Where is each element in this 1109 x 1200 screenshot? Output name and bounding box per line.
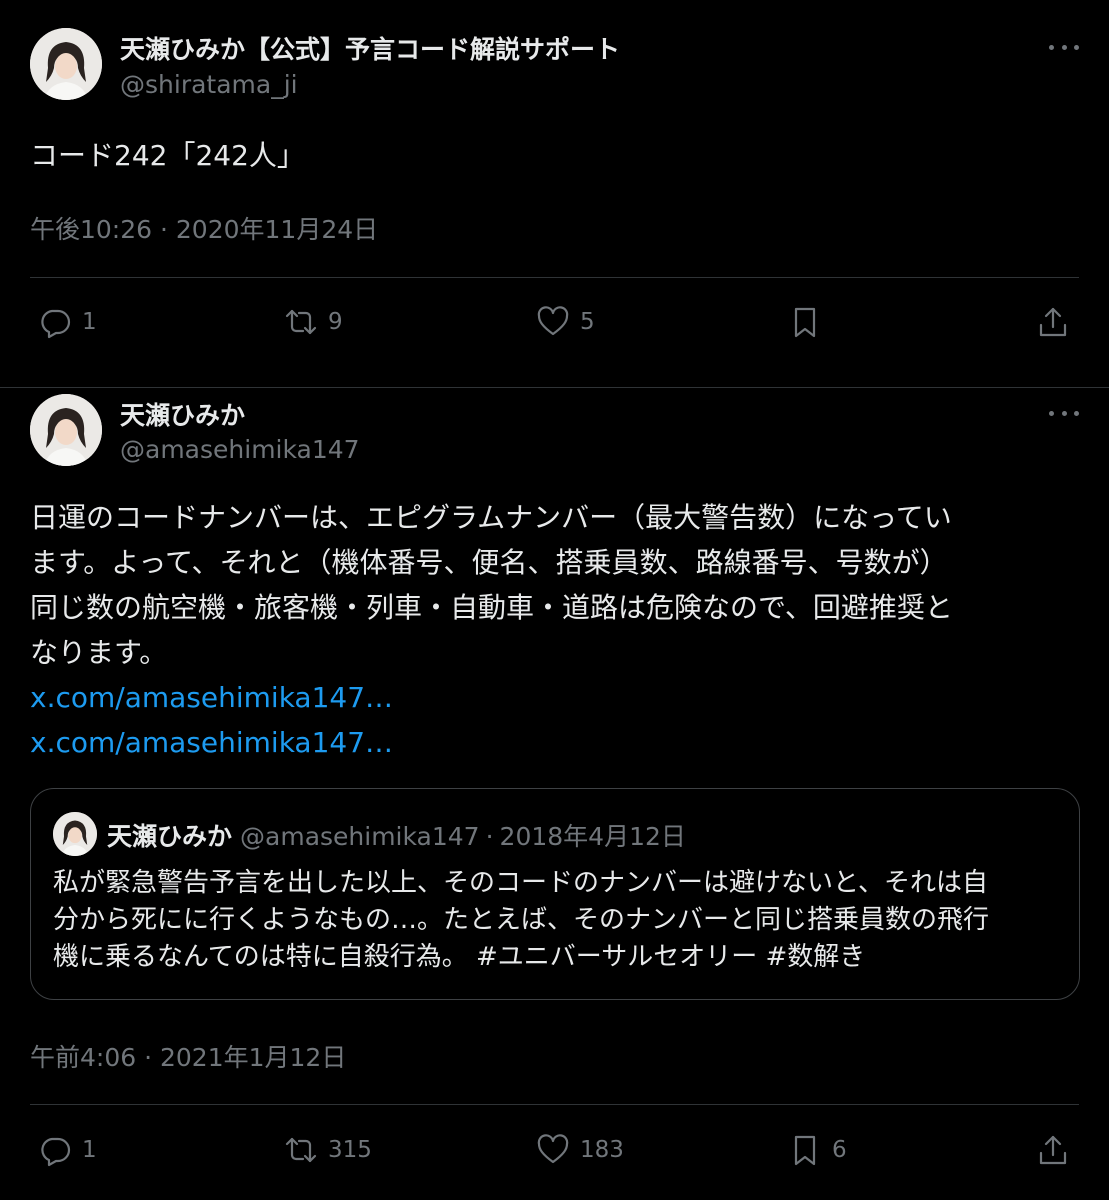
share-icon [1039,1135,1067,1165]
share-icon [1039,307,1067,337]
quoted-tweet[interactable]: 天瀬ひみか @amasehimika147 · 2018年4月12日 私が緊急警告予言… [30,788,1080,1000]
like-icon [537,1134,569,1164]
retweet-button[interactable]: 9 [284,297,343,347]
reply-button[interactable]: 1 [38,297,97,347]
quote-handle: @amasehimika147 [240,822,480,851]
retweet-icon [285,1137,317,1163]
tweet-1: 天瀬ひみか【公式】予言コード解説サポート @shiratama_ji コード24… [0,0,1109,388]
avatar-image [30,28,102,100]
reply-icon [41,1137,71,1167]
reply-icon [41,309,71,339]
like-icon [537,306,569,336]
bookmark-icon [794,1135,816,1166]
separator-dot: · [485,822,494,851]
tweet-text-line: 同じ数の航空機・旅客機・列車・自動車・道路は危険なので、回避推奨と [30,591,953,624]
share-button[interactable] [1036,1125,1070,1175]
divider [30,1104,1079,1105]
quote-text-line: 私が緊急警告予言を出した以上、そのコードのナンバーは避けないと、それは自 [53,868,988,898]
quote-text: 私が緊急警告予言を出した以上、そのコードのナンバーは避けないと、それは自 分から… [53,865,1057,976]
tweet-timestamp[interactable]: 午後10:26 · 2020年11月24日 [30,210,378,246]
like-button[interactable]: 183 [536,1125,624,1175]
share-button[interactable] [1036,297,1070,347]
tweet-2: 天瀬ひみか @amasehimika147 日運のコードナンバーは、エピグラムナ… [0,388,1109,1200]
tweet-text-line: 日運のコードナンバーは、エピグラムナンバー（最大警告数）になってい [30,501,952,534]
tweet-text-line: ます。よって、それと（機体番号、便名、搭乗員数、路線番号、号数が） [30,546,948,579]
retweet-icon [285,309,317,335]
tweet-link[interactable]: x.com/amasehimika147… [30,675,393,720]
retweet-count: 315 [328,1137,372,1163]
action-bar: 1 315 183 6 [30,1125,1079,1175]
tweet-text: 日運のコードナンバーは、エピグラムナンバー（最大警告数）になってい ます。よって… [30,495,1079,675]
bookmark-button[interactable] [788,297,822,347]
bookmark-button[interactable]: 6 [788,1125,847,1175]
quote-text-line: 機に乗るなんてのは特に自殺行為。 #ユニバーサルセオリー #数解き [53,942,866,972]
quote-header: 天瀬ひみか @amasehimika147 · 2018年4月12日 [107,817,686,853]
quote-text-line: 分から死にに行くようなもの…。たとえば、そのナンバーと同じ搭乗員数の飛行 [53,905,990,935]
quote-display-name: 天瀬ひみか [107,822,233,851]
bookmark-count: 6 [832,1137,847,1163]
tweet-link[interactable]: x.com/amasehimika147… [30,720,393,765]
display-name[interactable]: 天瀬ひみか [120,396,245,432]
reply-count: 1 [82,309,97,335]
user-handle[interactable]: @shiratama_ji [120,70,298,99]
avatar[interactable] [30,28,102,100]
like-button[interactable]: 5 [536,297,595,347]
avatar-image [30,394,102,466]
bookmark-icon [794,307,816,338]
retweet-count: 9 [328,309,343,335]
tweet-timestamp[interactable]: 午前4:06 · 2021年1月12日 [30,1038,346,1074]
display-name[interactable]: 天瀬ひみか【公式】予言コード解説サポート [120,30,620,66]
reply-button[interactable]: 1 [38,1125,97,1175]
avatar[interactable] [30,394,102,466]
tweet-text-line: なります。 [30,636,168,669]
tweet-text: コード242「242人」 [30,139,305,172]
more-icon[interactable] [1049,42,1079,52]
more-icon[interactable] [1049,408,1079,418]
divider [30,277,1079,278]
like-count: 5 [580,309,595,335]
quote-date: 2018年4月12日 [499,822,686,851]
retweet-button[interactable]: 315 [284,1125,372,1175]
avatar-image [53,812,97,856]
quote-avatar[interactable] [53,812,97,856]
like-count: 183 [580,1137,624,1163]
action-bar: 1 9 5 [30,297,1079,347]
reply-count: 1 [82,1137,97,1163]
user-handle[interactable]: @amasehimika147 [120,435,360,464]
